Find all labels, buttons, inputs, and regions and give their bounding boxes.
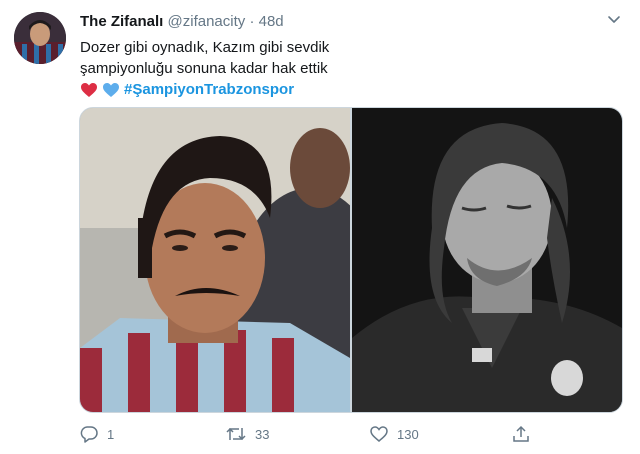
- reply-count: 1: [107, 426, 115, 442]
- red-heart-emoji: [81, 82, 97, 97]
- share-button[interactable]: [511, 424, 531, 444]
- tweet-text-line1: Dozer gibi oynadık, Kazım gibi sevdik: [80, 39, 330, 56]
- hashtag-line: #ŞampiyonTrabzonspor: [80, 79, 329, 100]
- avatar[interactable]: [14, 12, 66, 64]
- photo-right[interactable]: [352, 108, 622, 412]
- media-grid: [79, 107, 623, 413]
- tweet-actions: 1 33 130: [79, 424, 621, 446]
- share-icon: [513, 425, 529, 442]
- bw-player-photo: [352, 108, 622, 412]
- chevron-down-icon: [608, 16, 620, 23]
- reply-icon: [80, 426, 98, 443]
- blue-heart-emoji: [103, 82, 119, 97]
- tweet-text-line2: şampiyonluğu sonuna kadar hak ettik: [80, 60, 328, 77]
- separator-dot: ·: [249, 13, 255, 30]
- heart-icon: [370, 426, 388, 442]
- reply-button[interactable]: 1: [79, 424, 114, 444]
- like-count: 130: [397, 426, 419, 442]
- tweet-timestamp[interactable]: 48d: [259, 13, 284, 30]
- photo-left[interactable]: [80, 108, 350, 412]
- more-options-button[interactable]: [607, 12, 621, 26]
- retweet-button[interactable]: 33: [225, 424, 269, 444]
- retweet-count: 33: [255, 426, 270, 442]
- author-handle[interactable]: @zifanacity: [168, 13, 246, 30]
- like-button[interactable]: 130: [369, 424, 419, 444]
- vintage-player-photo: [80, 108, 350, 412]
- author-name[interactable]: The Zifanalı: [80, 13, 163, 30]
- retweet-icon: [226, 427, 246, 441]
- avatar-image: [14, 12, 66, 64]
- tweet-header: The Zifanalı @zifanacity · 48d: [80, 13, 284, 30]
- tweet-text: Dozer gibi oynadık, Kazım gibi sevdik şa…: [80, 37, 329, 100]
- hashtag-link[interactable]: #ŞampiyonTrabzonspor: [124, 79, 294, 100]
